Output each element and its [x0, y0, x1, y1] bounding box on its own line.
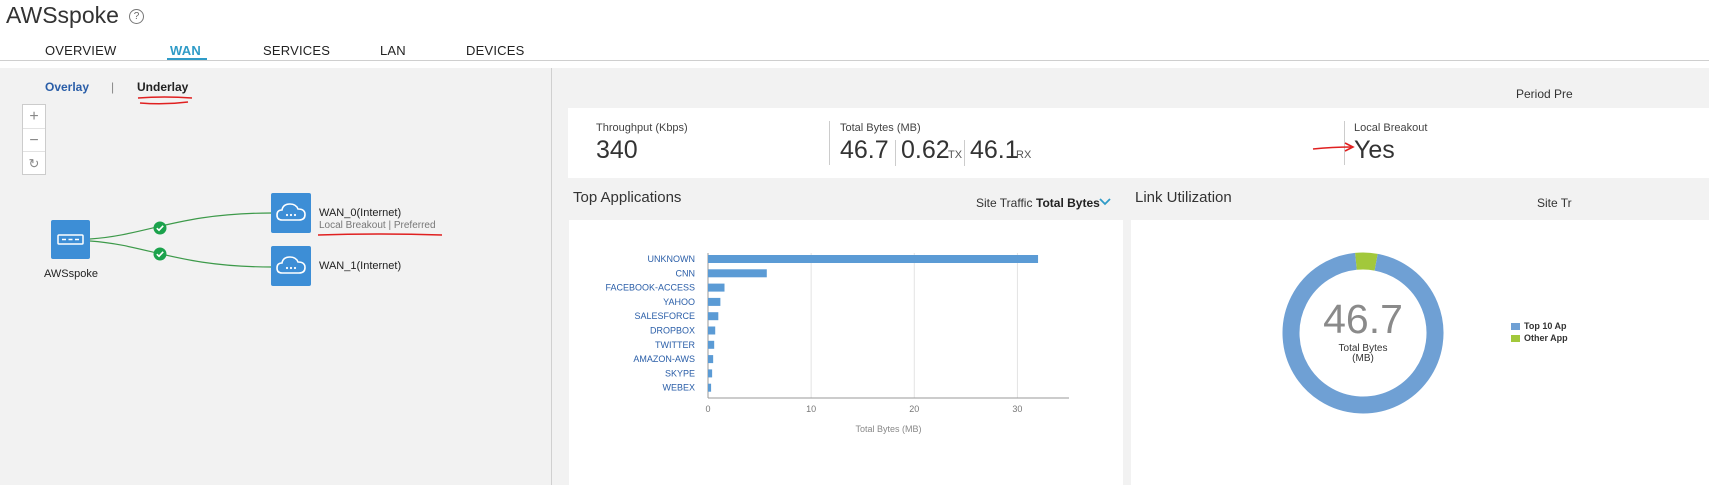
category-label: DROPBOX — [650, 326, 695, 336]
throughput-value: 340 — [596, 136, 638, 164]
topology-links — [89, 212, 273, 268]
legend-label: Top 10 Ap — [1524, 321, 1567, 331]
zoom-out-button[interactable]: − — [23, 128, 45, 152]
device-node[interactable] — [51, 220, 90, 259]
link-util-title: Link Utilization — [1135, 189, 1232, 206]
link-status-icon — [153, 221, 167, 235]
tx-unit: TX — [948, 149, 963, 161]
page-title: AWSspoke — [6, 2, 119, 28]
x-axis-label: Total Bytes (MB) — [855, 424, 921, 434]
tabs-divider — [0, 60, 1709, 61]
throughput-label: Throughput (Kbps) — [596, 122, 688, 134]
period-selector[interactable]: Period Pre — [1516, 87, 1573, 101]
metric-divider — [829, 121, 830, 165]
site-traffic-select[interactable]: Total Bytes — [1036, 196, 1100, 210]
subtab-separator: | — [111, 80, 115, 94]
rx-unit: RX — [1016, 149, 1032, 161]
category-label: YAHOO — [663, 297, 695, 307]
bar — [708, 269, 767, 278]
wan1-node[interactable] — [271, 246, 311, 286]
donut-slice — [1355, 252, 1378, 271]
tab-wan[interactable]: WAN — [170, 43, 201, 58]
x-tick-label: 30 — [1012, 404, 1022, 414]
local-breakout-value: Yes — [1354, 136, 1395, 164]
metrics-card — [568, 108, 1709, 178]
wan1-label: WAN_1(Internet) — [319, 260, 402, 272]
metric-divider — [964, 140, 965, 166]
local-breakout-label: Local Breakout — [1354, 122, 1428, 134]
bar — [708, 369, 713, 378]
wan0-node[interactable] — [271, 193, 311, 233]
annotation-arrow — [1312, 142, 1355, 152]
zoom-reset-button[interactable]: ↻ — [23, 151, 45, 175]
bar — [708, 340, 715, 349]
chevron-down-icon[interactable] — [1098, 197, 1112, 207]
subtab-underlay[interactable]: Underlay — [137, 80, 188, 94]
category-label: TWITTER — [655, 340, 695, 350]
bar — [708, 283, 725, 292]
router-icon — [57, 234, 84, 245]
x-tick-label: 0 — [705, 404, 710, 414]
x-tick-label: 10 — [806, 404, 816, 414]
bar — [708, 312, 719, 321]
metric-divider — [895, 140, 896, 166]
link-util-site-traffic-label[interactable]: Site Tr — [1537, 196, 1572, 210]
cloud-icon — [276, 203, 306, 221]
bar — [708, 355, 714, 364]
x-tick-label: 20 — [909, 404, 919, 414]
legend-swatch — [1511, 323, 1520, 330]
top-apps-chart: 0 10 20 30 UNKNOWN CNN FACEBOOK-ACCESS YAHOO SAL… — [605, 253, 1069, 434]
help-icon[interactable]: ? — [129, 9, 144, 24]
category-label: FACEBOOK-ACCESS — [605, 283, 695, 293]
category-label: WEBEX — [662, 383, 695, 393]
rx-value: 46.1 — [970, 136, 1019, 164]
cloud-icon — [276, 256, 306, 274]
wan0-status-text: Local Breakout | Preferred — [319, 220, 436, 231]
donut-center-value: 46.7 — [1323, 296, 1403, 342]
bar — [708, 383, 712, 392]
legend-label: Other App — [1524, 333, 1568, 343]
tab-lan[interactable]: LAN — [380, 43, 406, 58]
site-traffic-label: Site Traffic — [976, 196, 1033, 210]
category-label: SALESFORCE — [634, 311, 695, 321]
total-bytes-value: 46.7 — [840, 136, 889, 164]
category-label: SKYPE — [665, 368, 695, 378]
device-label: AWSspoke — [44, 268, 99, 280]
total-bytes-label: Total Bytes (MB) — [840, 122, 921, 134]
tab-services[interactable]: SERVICES — [263, 43, 330, 58]
subtab-overlay[interactable]: Overlay — [45, 80, 89, 94]
bar — [708, 255, 1039, 263]
tx-value: 0.62 — [901, 136, 950, 164]
top-apps-title: Top Applications — [573, 189, 682, 206]
category-label: AMAZON-AWS — [633, 354, 695, 364]
annotation-underline — [317, 233, 443, 236]
category-label: UNKNOWN — [648, 254, 696, 264]
legend-swatch — [1511, 335, 1520, 342]
zoom-control: + − ↻ — [22, 104, 46, 175]
tab-devices[interactable]: DEVICES — [466, 43, 524, 58]
bar — [708, 326, 716, 335]
annotation-underline — [137, 96, 193, 105]
bar — [708, 297, 721, 306]
donut-center-unit: (MB) — [1352, 353, 1374, 364]
zoom-in-button[interactable]: + — [23, 105, 45, 128]
category-label: CNN — [676, 268, 696, 278]
wan0-label: WAN_0(Internet) — [319, 207, 402, 219]
tab-overview[interactable]: OVERVIEW — [45, 43, 116, 58]
link-status-icon — [153, 247, 167, 261]
link-util-chart — [1282, 252, 1444, 414]
